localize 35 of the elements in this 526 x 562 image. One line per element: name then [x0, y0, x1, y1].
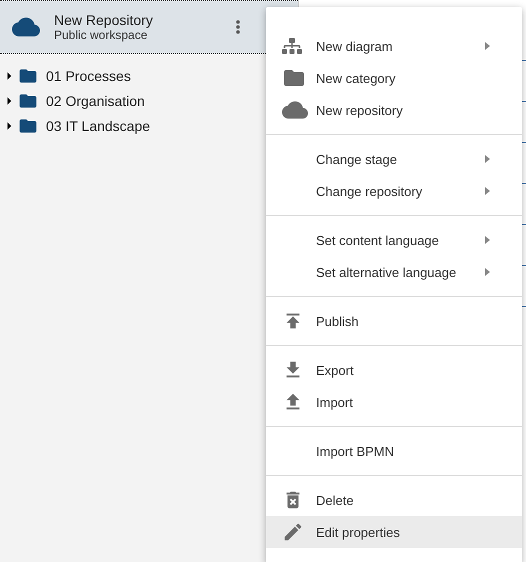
- tree-item[interactable]: 01 Processes: [46, 68, 131, 84]
- menu-item[interactable]: New category: [266, 62, 522, 94]
- menu-item[interactable]: Import BPMN: [266, 435, 522, 467]
- pencil-icon: [282, 521, 304, 543]
- menu-item[interactable]: Set content language: [266, 224, 522, 256]
- tree-item[interactable]: 02 Organisation: [46, 92, 145, 108]
- more-vertical-icon: [236, 20, 240, 34]
- menu-item[interactable]: Set alternative language: [266, 256, 522, 288]
- sitemap-icon: [282, 36, 302, 56]
- menu-item[interactable]: Edit properties: [266, 516, 522, 548]
- menu-item[interactable]: Change repository: [266, 175, 522, 207]
- menu-item-label: Delete: [316, 492, 355, 508]
- menu-item[interactable]: Delete: [266, 484, 522, 516]
- menu-item-label: New diagram: [316, 38, 394, 54]
- menu-item-label: Import BPMN: [316, 444, 396, 458]
- menu-item[interactable]: Publish: [266, 305, 522, 337]
- menu-item-label: Import: [316, 394, 354, 410]
- menu-item-label: Change stage: [316, 152, 398, 166]
- workspace-label: Public workspace: [54, 28, 148, 42]
- menu-item-label: New repository: [316, 102, 404, 118]
- tree-item[interactable]: 03 IT Landscape: [46, 118, 150, 134]
- menu-item-label: Edit properties: [316, 524, 401, 540]
- menu-item[interactable]: Change stage: [266, 143, 522, 175]
- menu-item-label: Change repository: [316, 184, 424, 198]
- menu-item-label: Publish: [316, 314, 360, 328]
- more-options-button[interactable]: [236, 20, 240, 34]
- repository-name: New Repository: [54, 12, 154, 28]
- menu-item[interactable]: Import: [266, 386, 522, 418]
- menu-item[interactable]: New diagram: [266, 30, 522, 62]
- menu-item-label: Export: [316, 362, 355, 378]
- menu-item[interactable]: Export: [266, 354, 522, 386]
- menu-item-label: Set content language: [316, 232, 440, 248]
- menu-item-label: Set alternative language: [316, 264, 458, 280]
- menu-item[interactable]: New repository: [266, 94, 522, 126]
- menu-item-label: New category: [316, 70, 396, 86]
